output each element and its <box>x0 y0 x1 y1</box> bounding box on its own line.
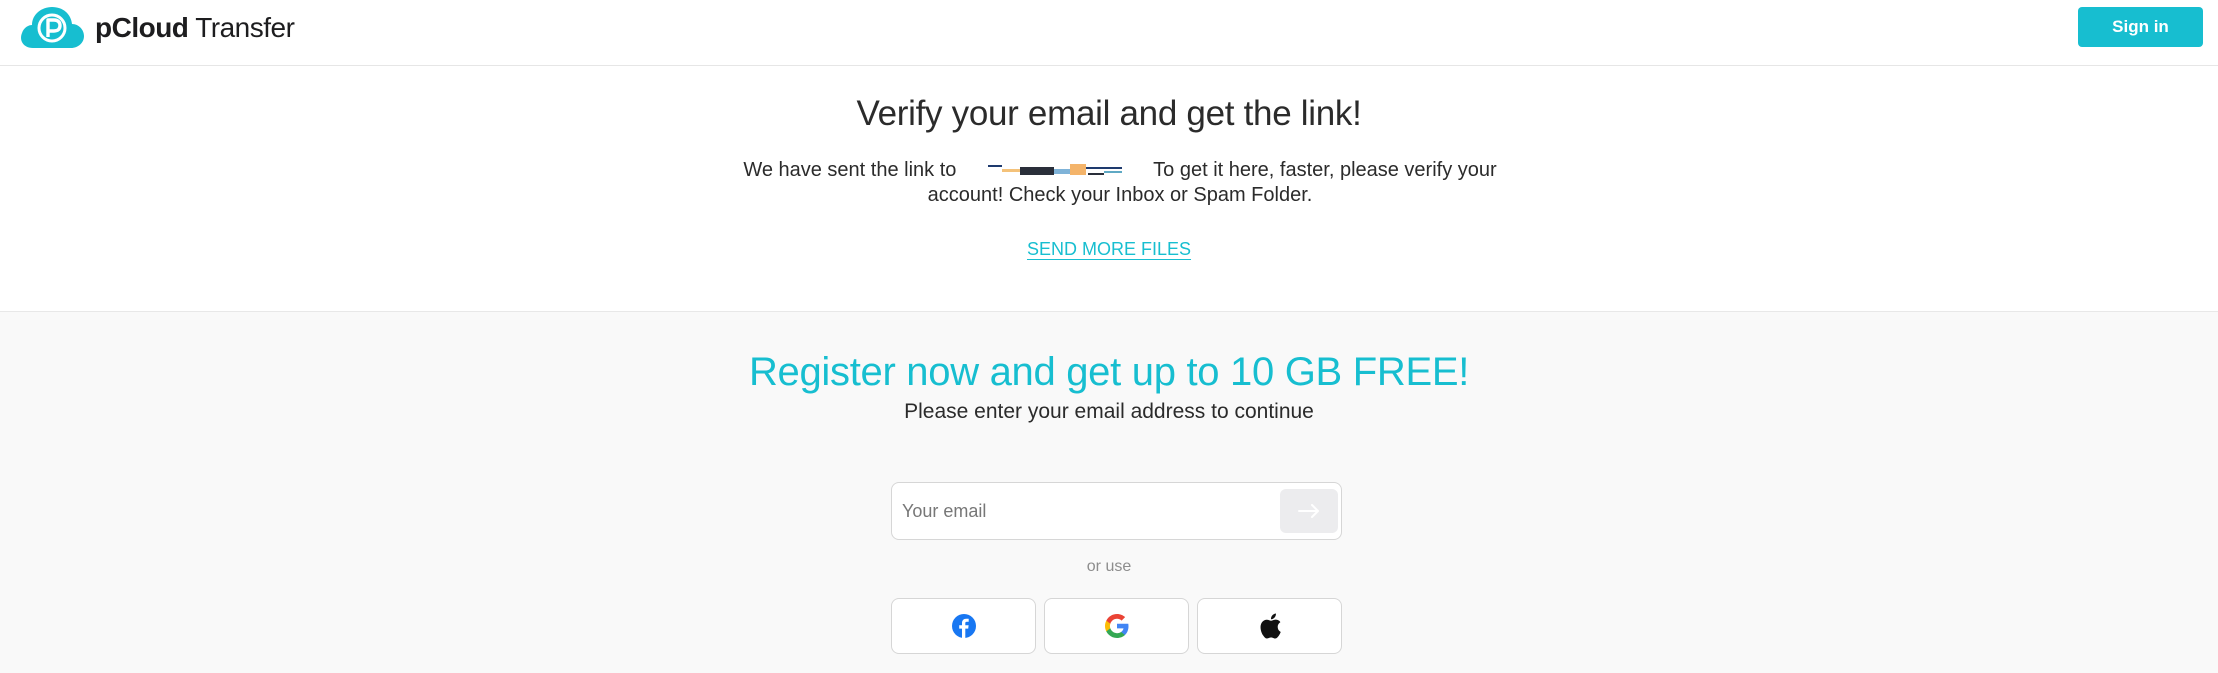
email-input[interactable] <box>902 491 1262 531</box>
email-submit-button[interactable] <box>1280 489 1338 533</box>
email-form <box>891 482 1342 540</box>
verify-title: Verify your email and get the link! <box>856 94 1362 133</box>
arrow-right-icon <box>1298 504 1319 518</box>
google-icon <box>1104 614 1128 638</box>
sign-in-button[interactable]: Sign in <box>2078 7 2203 47</box>
brand-name: pCloud Transfer <box>95 12 295 43</box>
or-use-label: or use <box>1086 558 1132 575</box>
send-more-files-link[interactable]: SEND MORE FILES <box>1027 239 1191 259</box>
apple-icon <box>1260 613 1281 639</box>
facebook-login-button[interactable] <box>891 598 1036 654</box>
verify-text-before: We have sent the link to <box>743 159 957 181</box>
facebook-icon <box>951 614 976 638</box>
pcloud-cloud-icon <box>21 7 84 48</box>
register-subtitle: Please enter your email address to conti… <box>904 400 1314 423</box>
pcloud-logo[interactable]: pCloud Transfer <box>19 6 295 50</box>
register-section: Register now and get up to 10 GB FREE! P… <box>0 312 2218 673</box>
apple-login-button[interactable] <box>1197 598 1342 654</box>
verify-section: Verify your email and get the link! We h… <box>0 67 2218 312</box>
register-title: Register now and get up to 10 GB FREE! <box>748 350 1470 394</box>
top-header: pCloud Transfer Sign in <box>0 0 2218 66</box>
verify-message: We have sent the link to To get it here,… <box>740 158 1500 208</box>
google-login-button[interactable] <box>1044 598 1189 654</box>
redacted-email <box>987 163 1122 175</box>
